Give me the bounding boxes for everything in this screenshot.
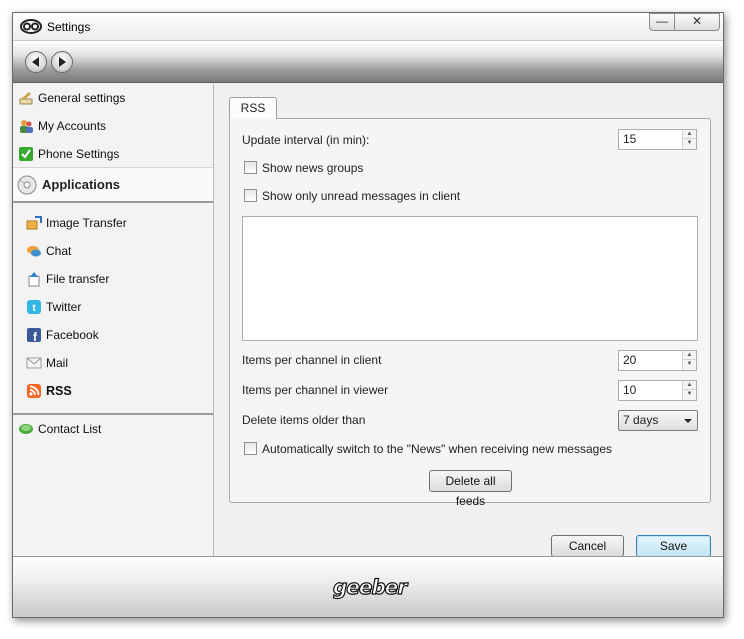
geeber-app-icon bbox=[20, 19, 42, 34]
contact-list-icon bbox=[19, 424, 33, 434]
twitter-icon: t bbox=[27, 300, 41, 314]
footer-bar: geeber bbox=[13, 556, 723, 617]
arrow-left-icon bbox=[32, 57, 39, 67]
sidebar-item-label: File transfer bbox=[46, 272, 110, 286]
applications-icon bbox=[17, 175, 37, 194]
items-client-value: 20 bbox=[623, 353, 637, 367]
items-viewer-value: 10 bbox=[623, 383, 637, 397]
navigation-bar bbox=[13, 41, 723, 83]
sidebar-item-chat[interactable]: Chat bbox=[21, 237, 221, 265]
sidebar-item-facebook[interactable]: f Facebook bbox=[21, 321, 221, 349]
sidebar-item-mail[interactable]: Mail bbox=[21, 349, 221, 377]
tab-rss[interactable]: RSS bbox=[229, 97, 277, 119]
sidebar-item-label: General settings bbox=[38, 91, 126, 105]
show-unread-checkbox[interactable] bbox=[244, 189, 257, 202]
sidebar-item-twitter[interactable]: t Twitter bbox=[21, 293, 221, 321]
auto-switch-label: Automatically switch to the "News" when … bbox=[262, 442, 613, 456]
accounts-icon bbox=[20, 120, 33, 133]
sidebar-item-label: Twitter bbox=[46, 300, 82, 314]
sidebar-item-label: Mail bbox=[46, 356, 69, 370]
settings-content: RSS Update interval (in min): 15 ▲ ▼ Show… bbox=[215, 84, 723, 557]
update-interval-label: Update interval (in min): bbox=[242, 133, 370, 147]
sidebar-item-label: Image Transfer bbox=[46, 216, 127, 230]
feeds-list[interactable] bbox=[242, 216, 698, 341]
cancel-button[interactable]: Cancel bbox=[551, 535, 624, 557]
minimize-button[interactable]: — bbox=[649, 13, 675, 31]
sidebar-group-label: Applications bbox=[42, 177, 121, 192]
delete-older-value: 7 days bbox=[623, 413, 659, 427]
stepper-up-icon[interactable]: ▲ bbox=[683, 130, 696, 139]
window-title: Settings bbox=[47, 20, 91, 34]
settings-window: Settings — ✕ General settings My Account… bbox=[12, 12, 724, 618]
phone-settings-icon bbox=[19, 147, 33, 161]
general-settings-icon bbox=[19, 92, 33, 105]
sidebar-item-contact-list[interactable]: Contact List bbox=[13, 415, 213, 443]
delete-older-label: Delete items older than bbox=[242, 413, 366, 427]
stepper-up-icon[interactable]: ▲ bbox=[683, 381, 696, 390]
sidebar-item-label: Chat bbox=[46, 244, 72, 258]
save-button[interactable]: Save bbox=[636, 535, 711, 557]
close-button[interactable]: ✕ bbox=[675, 13, 720, 31]
mail-icon bbox=[26, 357, 42, 369]
chat-icon bbox=[27, 246, 41, 257]
sidebar-item-image-transfer[interactable]: Image Transfer bbox=[21, 209, 221, 237]
sidebar-item-label: RSS bbox=[46, 384, 72, 398]
items-client-stepper[interactable]: 20 ▲ ▼ bbox=[618, 350, 697, 371]
back-button[interactable] bbox=[25, 51, 47, 73]
file-transfer-icon bbox=[28, 272, 40, 287]
sidebar-item-label: My Accounts bbox=[38, 119, 107, 133]
settings-sidebar: General settings My Accounts Phone Setti… bbox=[13, 84, 214, 556]
rss-icon bbox=[27, 384, 41, 398]
chevron-down-icon bbox=[684, 419, 692, 423]
sidebar-group-applications[interactable]: Applications bbox=[13, 167, 213, 203]
show-unread-label: Show only unread messages in client bbox=[262, 189, 461, 203]
delete-all-feeds-button[interactable]: Delete all feeds bbox=[429, 470, 512, 508]
facebook-icon: f bbox=[27, 328, 41, 343]
stepper-down-icon[interactable]: ▼ bbox=[683, 139, 696, 148]
sidebar-item-label: Facebook bbox=[46, 328, 99, 342]
sidebar-item-file-transfer[interactable]: File transfer bbox=[21, 265, 221, 293]
sidebar-item-label: Contact List bbox=[38, 422, 102, 436]
update-interval-value: 15 bbox=[623, 132, 637, 146]
rss-settings-panel: Update interval (in min): 15 ▲ ▼ Show new… bbox=[229, 118, 711, 508]
items-viewer-stepper[interactable]: 10 ▲ ▼ bbox=[618, 380, 697, 401]
sidebar-item-general-settings[interactable]: General settings bbox=[13, 84, 213, 112]
image-transfer-icon bbox=[26, 216, 42, 230]
arrow-right-icon bbox=[59, 57, 66, 67]
show-news-groups-label: Show news groups bbox=[262, 161, 364, 175]
stepper-down-icon[interactable]: ▼ bbox=[683, 360, 696, 369]
update-interval-stepper[interactable]: 15 ▲ ▼ bbox=[618, 129, 697, 150]
stepper-down-icon[interactable]: ▼ bbox=[683, 390, 696, 399]
sidebar-item-rss[interactable]: RSS bbox=[21, 377, 221, 405]
items-client-label: Items per channel in client bbox=[242, 353, 382, 367]
stepper-arrows[interactable]: ▲ ▼ bbox=[682, 351, 696, 370]
sidebar-item-label: Phone Settings bbox=[38, 147, 120, 161]
items-viewer-label: Items per channel in viewer bbox=[242, 383, 389, 397]
forward-button[interactable] bbox=[51, 51, 73, 73]
title-bar: Settings — ✕ bbox=[13, 13, 723, 41]
stepper-arrows[interactable]: ▲ ▼ bbox=[682, 381, 696, 400]
sidebar-item-phone-settings[interactable]: Phone Settings bbox=[13, 140, 213, 168]
sidebar-item-my-accounts[interactable]: My Accounts bbox=[13, 112, 213, 140]
auto-switch-checkbox[interactable] bbox=[244, 442, 257, 455]
stepper-arrows[interactable]: ▲ ▼ bbox=[682, 130, 696, 149]
show-news-groups-checkbox[interactable] bbox=[244, 161, 257, 174]
geeber-logo: geeber bbox=[332, 574, 407, 599]
delete-older-select[interactable]: 7 days bbox=[618, 410, 698, 431]
stepper-up-icon[interactable]: ▲ bbox=[683, 351, 696, 360]
